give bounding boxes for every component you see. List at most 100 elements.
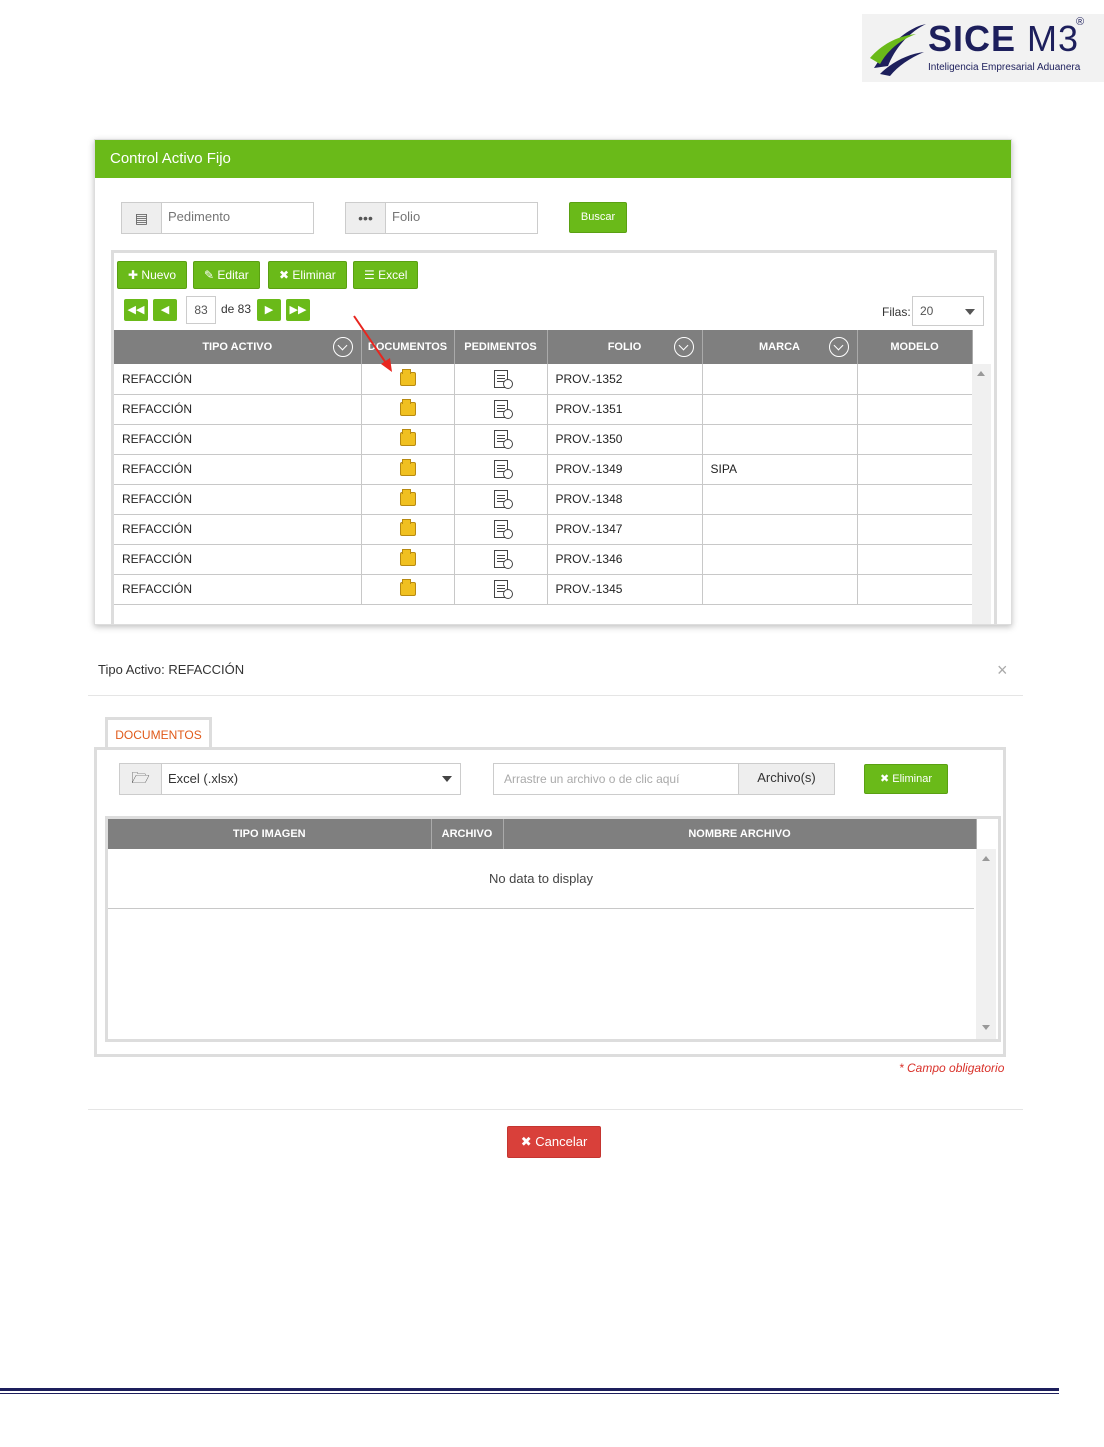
table-header-row: TIPO IMAGEN ARCHIVO NOMBRE ARCHIVO [108,819,977,849]
table-row[interactable]: REFACCIÓN PROV.-1349 SIPA [114,454,973,485]
search-row: ▤ ••• Buscar [121,202,641,234]
documents-cell[interactable] [361,424,455,455]
pedimentos-cell[interactable] [454,484,548,515]
column-header-label: TIPO ACTIVO [202,341,273,353]
documents-cell[interactable] [361,454,455,485]
file-type-select[interactable]: 🗁 Excel (.xlsx) [119,763,461,795]
column-header-marca[interactable]: MARCA [702,330,858,364]
sice-logo: SICE M3 ® Inteligencia Empresarial Aduan… [862,14,1104,82]
scroll-up-icon[interactable] [977,371,985,376]
column-header-folio[interactable]: FOLIO [547,330,703,364]
column-header-archivo[interactable]: ARCHIVO [431,819,504,849]
column-header-label: FOLIO [607,341,642,353]
cell-tipo: REFACCIÓN [114,424,362,455]
folio-input[interactable] [392,209,532,224]
table-row[interactable]: REFACCIÓN PROV.-1345 [114,574,973,605]
documents-cell[interactable] [361,514,455,545]
pedimentos-cell[interactable] [454,394,548,425]
rows-per-page-select[interactable]: 20 [912,296,984,326]
document-icon[interactable] [493,369,513,389]
cell-tipo: REFACCIÓN [114,364,362,395]
document-icon[interactable] [493,520,513,539]
table-row[interactable]: REFACCIÓN PROV.-1351 [114,394,973,425]
excel-button[interactable]: ☰ Excel [353,261,419,289]
table-row[interactable]: REFACCIÓN PROV.-1348 [114,484,973,515]
table-row[interactable]: REFACCIÓN PROV.-1350 [114,424,973,455]
document-icon[interactable] [493,550,513,569]
documents-cell[interactable] [361,574,455,605]
pedimentos-cell[interactable] [454,574,548,605]
chevron-down-icon[interactable] [828,337,849,357]
delete-document-button[interactable]: ✖ Eliminar [864,764,948,794]
documents-cell[interactable] [361,394,455,425]
grid-scrollbar[interactable] [972,364,991,624]
pedimentos-cell[interactable] [454,364,548,395]
close-icon[interactable]: × [997,660,1008,681]
next-page-button[interactable]: ▶ [257,299,281,321]
pedimentos-cell[interactable] [454,454,548,485]
folder-icon[interactable] [399,459,416,477]
first-page-button[interactable]: ◀◀ [124,299,148,321]
browse-files-button[interactable]: Archivo(s) [738,764,834,794]
column-header-pedimentos[interactable]: PEDIMENTOS [454,330,548,364]
cell-folio: PROV.-1352 [547,364,703,395]
file-drop-zone[interactable]: Arrastre un archivo o de clic aquí Archi… [493,763,835,795]
chevron-down-icon[interactable] [673,337,694,357]
folder-icon[interactable] [399,549,416,567]
new-button[interactable]: ✚ Nuevo [117,261,188,289]
column-header-tipo-activo[interactable]: TIPO ACTIVO [114,330,362,364]
pedimentos-cell[interactable] [454,514,548,545]
cancel-button-label: Cancelar [535,1134,588,1149]
tab-documentos[interactable]: DOCUMENTOS [105,717,212,749]
documents-table: TIPO IMAGEN ARCHIVO NOMBRE ARCHIVO [108,819,977,849]
footer-rule-thin [0,1393,1059,1394]
divider [88,695,1023,696]
cell-tipo: REFACCIÓN [114,484,362,515]
document-icon[interactable] [493,430,513,449]
prev-page-button[interactable]: ◀ [153,299,177,321]
document-icon[interactable] [493,580,513,599]
folder-icon[interactable] [399,429,416,447]
folio-field[interactable]: ••• [345,202,538,234]
pedimentos-cell[interactable] [454,424,548,455]
logo-swirl-icon [870,24,926,76]
folder-icon[interactable] [399,369,416,387]
folder-icon[interactable] [399,519,416,537]
last-page-button[interactable]: ▶▶ [286,299,310,321]
activos-table: TIPO ACTIVO DOCUMENTOS PEDIMENTOS FOLIO … [114,330,973,605]
documents-cell[interactable] [361,544,455,575]
document-icon[interactable] [493,460,513,479]
new-button-label: Nuevo [141,268,177,282]
pedimentos-cell[interactable] [454,544,548,575]
folder-icon[interactable] [399,579,416,597]
cell-modelo [857,424,973,455]
table-row[interactable]: REFACCIÓN PROV.-1347 [114,514,973,545]
page-count-text: de 83 [221,302,252,316]
document-icon[interactable] [493,490,513,509]
column-header-tipo-imagen[interactable]: TIPO IMAGEN [108,819,432,849]
page-number-input[interactable]: 83 [186,296,216,324]
delete-button[interactable]: ✖ Eliminar [268,261,347,289]
documents-cell[interactable] [361,484,455,515]
pedimento-field[interactable]: ▤ [121,202,314,234]
search-button[interactable]: Buscar [569,202,627,233]
column-header-modelo[interactable]: MODELO [857,330,973,364]
scroll-up-icon[interactable] [982,856,990,861]
cancel-button[interactable]: ✖ Cancelar [507,1126,601,1158]
document-icon[interactable] [493,400,513,419]
cell-tipo: REFACCIÓN [114,544,362,575]
documents-scrollbar[interactable] [976,849,996,1039]
folder-icon[interactable] [399,399,416,417]
folder-icon[interactable] [399,489,416,507]
scroll-down-icon[interactable] [982,1025,990,1030]
close-icon: ✖ [279,268,290,282]
table-row[interactable]: REFACCIÓN PROV.-1346 [114,544,973,575]
cell-marca [702,574,858,605]
excel-button-label: Excel [378,268,408,282]
table-row[interactable]: REFACCIÓN PROV.-1352 [114,364,973,395]
column-header-nombre-archivo[interactable]: NOMBRE ARCHIVO [503,819,977,849]
cell-folio: PROV.-1345 [547,574,703,605]
pedimento-input[interactable] [168,209,308,224]
edit-button[interactable]: ✎ Editar [193,261,260,289]
cell-tipo: REFACCIÓN [114,454,362,485]
